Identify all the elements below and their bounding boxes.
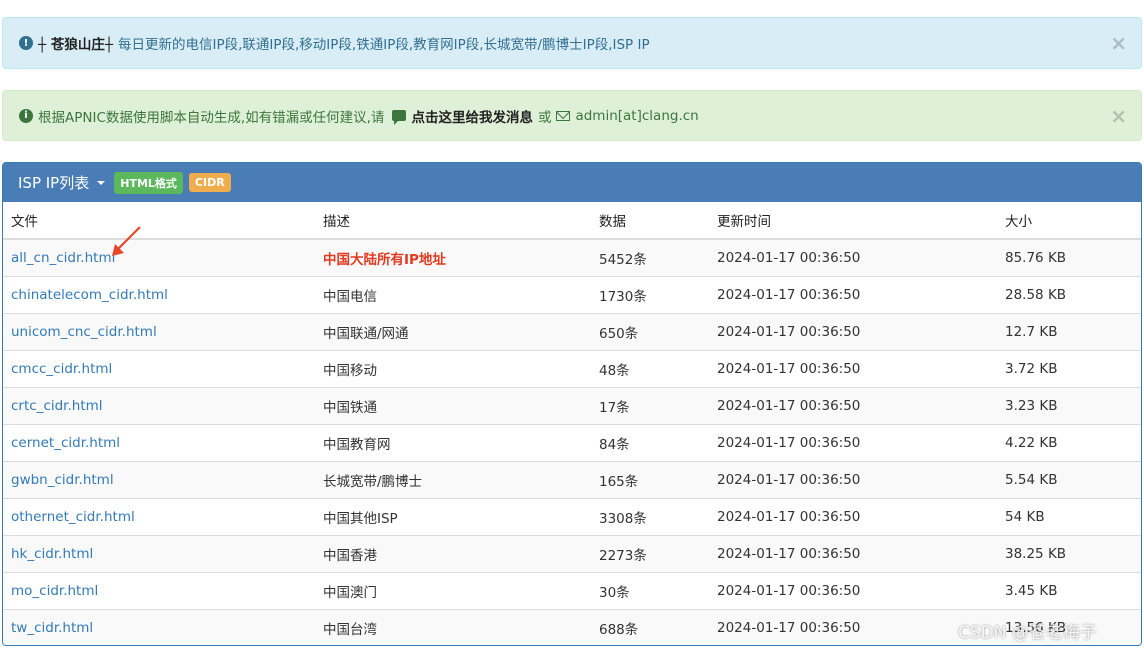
row-updated: 2024-01-17 00:36:50 bbox=[709, 386, 997, 424]
table-row: all_cn_cidr.html 中国大陆所有IP地址 5452条 2024-0… bbox=[3, 238, 1141, 276]
panel-title-dropdown[interactable]: ISP IP列表 bbox=[18, 172, 89, 193]
site-brand: ┼ 苍狼山庄┼ bbox=[38, 37, 113, 53]
column-header-desc: 描述 bbox=[315, 202, 591, 240]
row-description: 中国教育网 bbox=[315, 423, 591, 461]
column-header-updated: 更新时间 bbox=[709, 202, 997, 240]
table-row: othernet_cidr.html 中国其他ISP 3308条 2024-01… bbox=[3, 497, 1141, 535]
row-size: 3.45 KB bbox=[997, 571, 1141, 609]
watermark: CSDN @苍老梅子 bbox=[958, 623, 1097, 643]
success-alert-text: 根据APNIC数据使用脚本自动生成,如有错漏或任何建议,请 bbox=[38, 109, 385, 126]
row-count: 17条 bbox=[591, 386, 709, 424]
row-updated: 2024-01-17 00:36:50 bbox=[709, 275, 997, 313]
success-alert-message: i 根据APNIC数据使用脚本自动生成,如有错漏或任何建议,请 点击这里给我发消… bbox=[19, 106, 1110, 126]
row-size: 38.25 KB bbox=[997, 534, 1141, 572]
row-size: 5.54 KB bbox=[997, 460, 1141, 498]
row-updated: 2024-01-17 00:36:50 bbox=[709, 312, 997, 350]
row-description: 中国澳门 bbox=[315, 571, 591, 609]
row-description: 中国铁通 bbox=[315, 386, 591, 424]
file-link[interactable]: othernet_cidr.html bbox=[11, 509, 135, 525]
row-description: 中国大陆所有IP地址 bbox=[315, 238, 591, 276]
file-link[interactable]: tw_cidr.html bbox=[11, 620, 93, 636]
column-header-file: 文件 bbox=[3, 202, 315, 240]
close-icon[interactable]: × bbox=[1110, 106, 1127, 126]
row-description: 中国联通/网通 bbox=[315, 312, 591, 350]
info-alert: ! ┼ 苍狼山庄┼ 每日更新的电信IP段,联通IP段,移动IP段,铁通IP段,教… bbox=[2, 17, 1142, 69]
row-updated: 2024-01-17 00:36:50 bbox=[709, 497, 997, 535]
info-alert-message: ! ┼ 苍狼山庄┼ 每日更新的电信IP段,联通IP段,移动IP段,铁通IP段,教… bbox=[19, 33, 1110, 53]
send-message-link[interactable]: 点击这里给我发消息 bbox=[411, 106, 533, 126]
row-description: 中国其他ISP bbox=[315, 497, 591, 535]
row-updated: 2024-01-17 00:36:50 bbox=[709, 349, 997, 387]
contact-email[interactable]: admin[at]clang.cn bbox=[575, 108, 698, 124]
row-count: 2273条 bbox=[591, 534, 709, 572]
close-icon[interactable]: × bbox=[1110, 33, 1127, 53]
row-size: 3.23 KB bbox=[997, 386, 1141, 424]
row-count: 84条 bbox=[591, 423, 709, 461]
file-link[interactable]: mo_cidr.html bbox=[11, 583, 98, 599]
table-row: hk_cidr.html 中国香港 2273条 2024-01-17 00:36… bbox=[3, 534, 1141, 572]
file-link[interactable]: chinatelecom_cidr.html bbox=[11, 287, 168, 303]
row-count: 165条 bbox=[591, 460, 709, 498]
file-link[interactable]: crtc_cidr.html bbox=[11, 398, 103, 414]
row-updated: 2024-01-17 00:36:50 bbox=[709, 460, 997, 498]
table-row: crtc_cidr.html 中国铁通 17条 2024-01-17 00:36… bbox=[3, 386, 1141, 424]
row-size: 12.7 KB bbox=[997, 312, 1141, 350]
caret-down-icon[interactable] bbox=[97, 180, 106, 185]
envelope-icon bbox=[556, 110, 571, 121]
info-alert-text: 每日更新的电信IP段,联通IP段,移动IP段,铁通IP段,教育网IP段,长城宽带… bbox=[117, 37, 650, 53]
info-circle-icon: i bbox=[19, 108, 33, 123]
table-row: gwbn_cidr.html 长城宽带/鹏博士 165条 2024-01-17 … bbox=[3, 460, 1141, 498]
annotation-arrow-icon bbox=[112, 226, 141, 256]
row-description: 中国台湾 bbox=[315, 608, 591, 645]
isp-ip-table: 文件 描述 数据 更新时间 大小 all_cn_cidr.html 中国大陆所有… bbox=[3, 202, 1141, 645]
table-row: cernet_cidr.html 中国教育网 84条 2024-01-17 00… bbox=[3, 423, 1141, 461]
row-description: 中国移动 bbox=[315, 349, 591, 387]
row-updated: 2024-01-17 00:36:50 bbox=[709, 423, 997, 461]
row-count: 30条 bbox=[591, 571, 709, 609]
table-row: cmcc_cidr.html 中国移动 48条 2024-01-17 00:36… bbox=[3, 349, 1141, 387]
table-row: chinatelecom_cidr.html 中国电信 1730条 2024-0… bbox=[3, 275, 1141, 313]
row-updated: 2024-01-17 00:36:50 bbox=[709, 608, 997, 645]
column-header-count: 数据 bbox=[591, 202, 709, 240]
or-text: 或 bbox=[537, 109, 552, 126]
file-link[interactable]: all_cn_cidr.html bbox=[11, 250, 115, 266]
file-link[interactable]: cmcc_cidr.html bbox=[11, 361, 112, 377]
comment-icon bbox=[392, 110, 407, 125]
row-updated: 2024-01-17 00:36:50 bbox=[709, 571, 997, 609]
success-alert: i 根据APNIC数据使用脚本自动生成,如有错漏或任何建议,请 点击这里给我发消… bbox=[2, 90, 1142, 141]
row-size: 54 KB bbox=[997, 497, 1141, 535]
table-header-row: 文件 描述 数据 更新时间 大小 bbox=[3, 202, 1141, 240]
column-header-size: 大小 bbox=[997, 202, 1141, 240]
row-size: 85.76 KB bbox=[997, 238, 1141, 276]
file-link[interactable]: unicom_cnc_cidr.html bbox=[11, 324, 157, 340]
panel-heading: ISP IP列表 HTML格式 CIDR bbox=[3, 163, 1141, 202]
row-size: 4.22 KB bbox=[997, 423, 1141, 461]
row-updated: 2024-01-17 00:36:50 bbox=[709, 534, 997, 572]
row-size: 3.72 KB bbox=[997, 349, 1141, 387]
row-count: 650条 bbox=[591, 312, 709, 350]
table-row: unicom_cnc_cidr.html 中国联通/网通 650条 2024-0… bbox=[3, 312, 1141, 350]
row-description: 中国电信 bbox=[315, 275, 591, 313]
row-count: 48条 bbox=[591, 349, 709, 387]
row-description: 长城宽带/鹏博士 bbox=[315, 460, 591, 498]
row-count: 1730条 bbox=[591, 275, 709, 313]
file-link[interactable]: gwbn_cidr.html bbox=[11, 472, 114, 488]
exclamation-circle-icon: ! bbox=[19, 36, 33, 50]
file-link[interactable]: cernet_cidr.html bbox=[11, 435, 120, 451]
row-size: 28.58 KB bbox=[997, 275, 1141, 313]
row-count: 5452条 bbox=[591, 238, 709, 276]
row-count: 688条 bbox=[591, 608, 709, 645]
cidr-badge[interactable]: CIDR bbox=[188, 173, 231, 192]
isp-ip-panel: ISP IP列表 HTML格式 CIDR 文件 描述 数据 更新时间 大小 al… bbox=[2, 162, 1142, 646]
row-updated: 2024-01-17 00:36:50 bbox=[709, 238, 997, 276]
table-row: mo_cidr.html 中国澳门 30条 2024-01-17 00:36:5… bbox=[3, 571, 1141, 609]
table-body: all_cn_cidr.html 中国大陆所有IP地址 5452条 2024-0… bbox=[3, 238, 1141, 645]
file-link[interactable]: hk_cidr.html bbox=[11, 546, 93, 562]
row-description: 中国香港 bbox=[315, 534, 591, 572]
html-format-badge[interactable]: HTML格式 bbox=[114, 171, 183, 194]
row-count: 3308条 bbox=[591, 497, 709, 535]
